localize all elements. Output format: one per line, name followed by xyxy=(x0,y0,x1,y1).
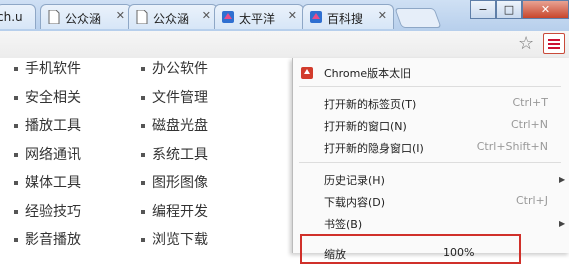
shortcut-downloads: Ctrl+J xyxy=(515,194,548,207)
site-logo-icon xyxy=(310,11,322,23)
tab-3-label: 公众涵 xyxy=(153,12,190,26)
hamburger-icon xyxy=(548,47,560,49)
menu-item-new-tab[interactable]: 打开新的标签页(T) xyxy=(324,96,416,112)
new-tab-button[interactable] xyxy=(394,8,442,28)
list-item-label: 办公软件 xyxy=(152,61,208,77)
list-item[interactable]: 安全相关 xyxy=(14,87,81,107)
shortcut-new-window: Ctrl+N xyxy=(510,118,548,131)
menu-item-new-window[interactable]: 打开新的窗口(N) xyxy=(324,118,407,134)
menu-separator xyxy=(299,86,561,87)
menu-item-incognito[interactable]: 打开新的隐身窗口(I) xyxy=(324,140,424,156)
chrome-menu: Chrome版本太旧 打开新的标签页(T) Ctrl+T 打开新的窗口(N) C… xyxy=(292,58,569,264)
bullet xyxy=(14,238,18,242)
list-item-label: 媒体工具 xyxy=(25,175,81,191)
star-icon[interactable]: ☆ xyxy=(518,34,534,54)
list-item[interactable]: 办公软件 xyxy=(141,58,208,78)
list-item-label: 播放工具 xyxy=(25,118,81,134)
browser-toolbar: ☆ xyxy=(0,31,569,59)
list-item-label: 经验技巧 xyxy=(25,204,81,220)
list-item[interactable]: 网络通讯 xyxy=(14,144,81,164)
page-icon xyxy=(48,10,60,24)
bullet xyxy=(141,153,145,157)
tab-5-label: 百科搜 xyxy=(327,12,364,26)
tab-2[interactable]: 公众涵 ✕ xyxy=(40,4,132,29)
bullet xyxy=(14,210,18,214)
list-item[interactable]: 经验技巧 xyxy=(14,201,81,221)
minimize-button[interactable]: − xyxy=(470,0,496,19)
tab-5[interactable]: 百科搜 ✕ xyxy=(302,4,394,29)
list-item-label: 文件管理 xyxy=(152,90,208,106)
list-item[interactable]: 系统工具 xyxy=(141,144,208,164)
list-item[interactable]: 媒体工具 xyxy=(14,172,81,192)
list-item[interactable]: 文件管理 xyxy=(141,87,208,107)
list-item-label: 图形图像 xyxy=(152,175,208,191)
menu-item-downloads[interactable]: 下载内容(D) xyxy=(324,194,385,210)
menu-separator xyxy=(299,162,561,163)
bullet xyxy=(141,210,145,214)
submenu-arrow-icon: ▶ xyxy=(559,175,566,184)
list-item-label: 影音播放 xyxy=(25,232,81,248)
tab-3[interactable]: 公众涵 ✕ xyxy=(128,4,218,29)
bullet xyxy=(141,67,145,71)
shortcut-incognito: Ctrl+Shift+N xyxy=(476,140,548,153)
submenu-arrow-icon: ▶ xyxy=(559,219,566,228)
list-item[interactable]: 磁盘光盘 xyxy=(141,115,208,135)
menu-item-zoom[interactable]: 缩放 xyxy=(324,246,346,262)
chrome-menu-button[interactable] xyxy=(543,33,565,54)
tab-strip: ch.u 公众涵 ✕ 公众涵 ✕ 太平洋 ✕ 百科搜 ✕ − □ ✕ xyxy=(0,0,569,31)
list-item-label: 磁盘光盘 xyxy=(152,118,208,134)
bullet xyxy=(141,238,145,242)
list-item-label: 浏览下载 xyxy=(152,232,208,248)
list-item[interactable]: 浏览下载 xyxy=(141,229,208,249)
bullet xyxy=(141,181,145,185)
bullet xyxy=(14,96,18,100)
menu-item-update[interactable]: Chrome版本太旧 xyxy=(324,65,411,81)
update-icon xyxy=(301,67,313,79)
list-item-label: 网络通讯 xyxy=(25,147,81,163)
list-item[interactable]: 编程开发 xyxy=(141,201,208,221)
tab-1[interactable]: ch.u xyxy=(0,4,36,29)
list-item[interactable]: 图形图像 xyxy=(141,172,208,192)
close-window-button[interactable]: ✕ xyxy=(522,0,569,19)
list-item[interactable]: 手机软件 xyxy=(14,58,81,78)
tab-4-label: 太平洋 xyxy=(239,12,276,26)
bullet xyxy=(14,124,18,128)
tab-2-label: 公众涵 xyxy=(65,12,102,26)
list-item-label: 编程开发 xyxy=(152,204,208,220)
hamburger-icon xyxy=(548,39,560,41)
bullet xyxy=(14,67,18,71)
bullet xyxy=(14,181,18,185)
close-icon[interactable]: ✕ xyxy=(288,9,297,22)
list-item[interactable]: 影音播放 xyxy=(14,229,81,249)
close-icon[interactable]: ✕ xyxy=(378,9,387,22)
close-icon[interactable]: ✕ xyxy=(202,9,211,22)
list-item-label: 系统工具 xyxy=(152,147,208,163)
tab-1-label: ch.u xyxy=(0,10,23,24)
shortcut-new-tab: Ctrl+T xyxy=(512,96,548,109)
list-item-label: 安全相关 xyxy=(25,90,81,106)
bullet xyxy=(141,124,145,128)
bullet xyxy=(14,153,18,157)
list-item-label: 手机软件 xyxy=(25,61,81,77)
bullet xyxy=(141,96,145,100)
tab-4[interactable]: 太平洋 ✕ xyxy=(214,4,304,29)
page-icon xyxy=(136,10,148,24)
maximize-button[interactable]: □ xyxy=(496,0,522,19)
menu-item-bookmarks[interactable]: 书签(B) xyxy=(324,216,362,232)
menu-item-history[interactable]: 历史记录(H) xyxy=(324,172,385,188)
hamburger-icon xyxy=(548,43,560,45)
close-icon[interactable]: ✕ xyxy=(116,9,125,22)
list-item[interactable]: 播放工具 xyxy=(14,115,81,135)
site-logo-icon xyxy=(222,11,234,23)
